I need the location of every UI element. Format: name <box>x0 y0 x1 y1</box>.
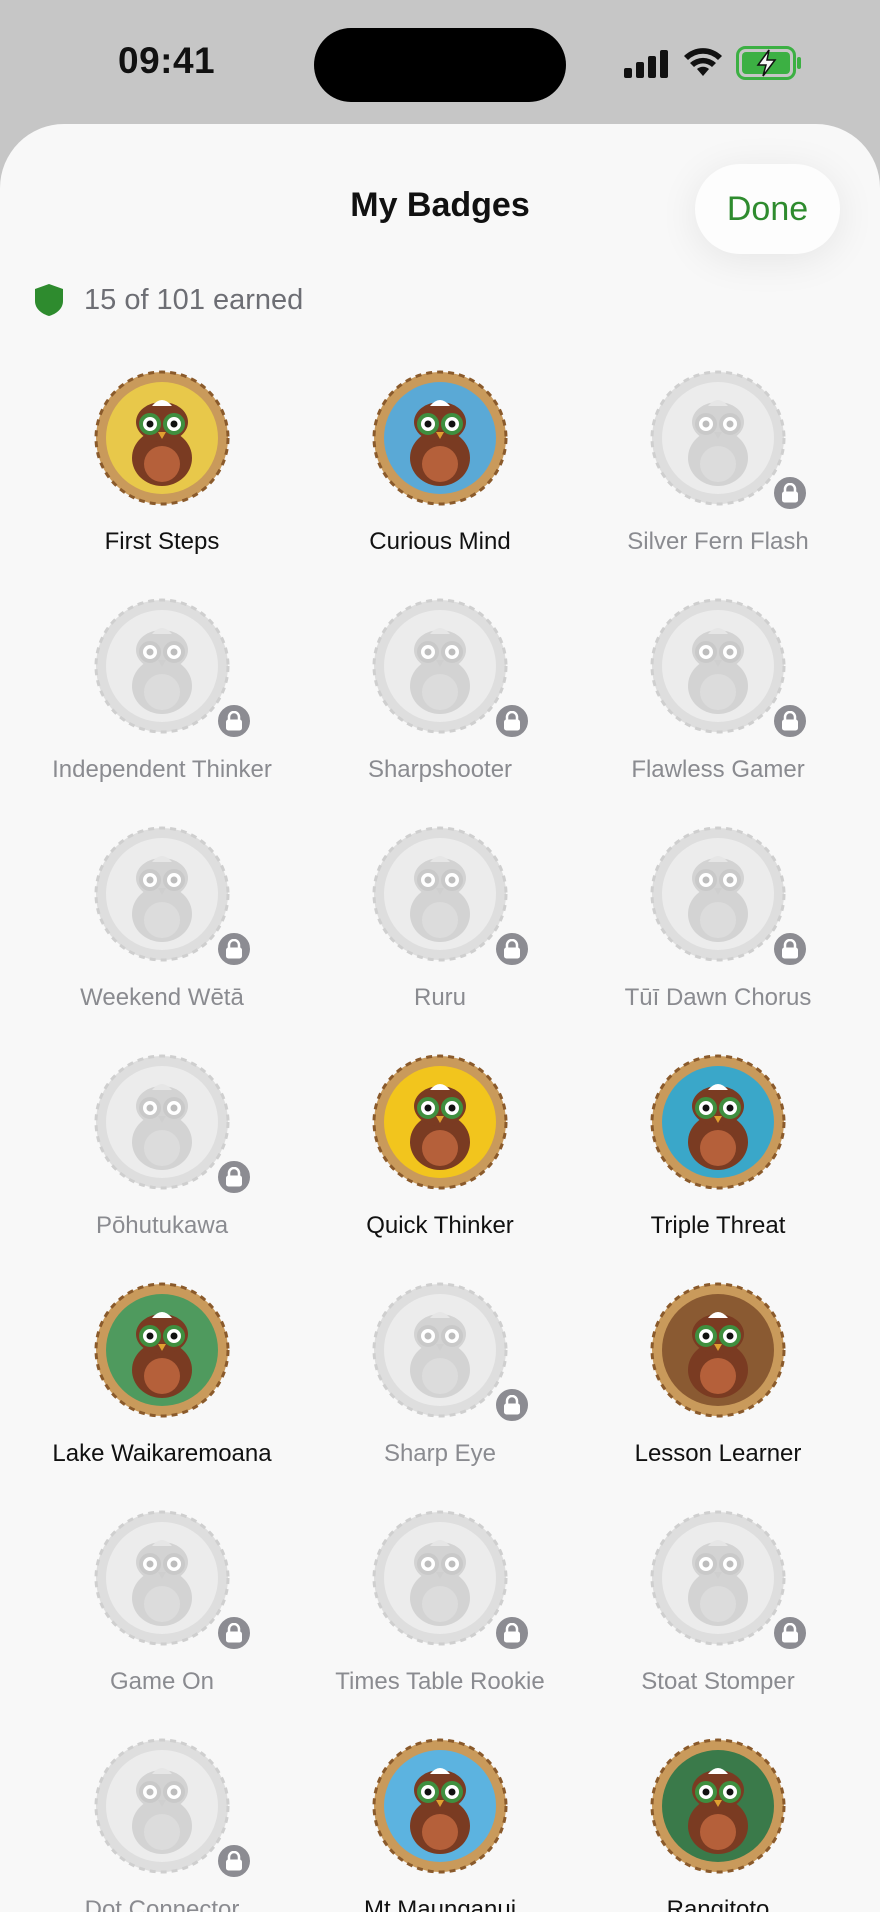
badge-name: Sharp Eye <box>383 1440 497 1467</box>
badge-item[interactable]: Pōhutukawa <box>17 1054 307 1282</box>
badge-name: Flawless Gamer <box>631 756 805 783</box>
badge-name: Silver Fern Flash <box>627 528 809 555</box>
badge-item[interactable]: First Steps <box>17 370 307 598</box>
badge-name: Weekend Wētā <box>80 984 244 1011</box>
owl-island-icon <box>650 1738 786 1874</box>
badge-name: Pōhutukawa <box>95 1212 229 1239</box>
lock-icon <box>771 474 809 512</box>
lock-icon <box>771 702 809 740</box>
weta-icon <box>94 826 230 962</box>
owl-mountain-icon <box>372 1738 508 1874</box>
stars-owl-icon <box>372 1282 508 1418</box>
lock-icon <box>215 702 253 740</box>
owl-lake-icon <box>94 1282 230 1418</box>
owl-magnifier-icon <box>372 370 508 506</box>
badge-item[interactable]: Mt Maunganui <box>295 1738 585 1912</box>
badge-name: Mt Maunganui <box>363 1896 517 1912</box>
star-dots-icon <box>94 1738 230 1874</box>
badge-item[interactable]: Lake Waikaremoana <box>17 1282 307 1510</box>
badges-sheet: My Badges Done 15 of 101 earned First St… <box>0 124 880 1912</box>
lock-icon <box>493 1614 531 1652</box>
brain-owl-icon <box>94 598 230 734</box>
tui-bird-icon <box>650 826 786 962</box>
badge-name: Quick Thinker <box>366 1212 514 1239</box>
owl-lightbulb-icon <box>372 1054 508 1190</box>
badge-name: Stoat Stomper <box>641 1668 795 1695</box>
battery-charging-icon <box>736 46 801 80</box>
owl-books-icon <box>650 1282 786 1418</box>
badge-item[interactable]: Rangitoto <box>573 1738 863 1912</box>
lock-icon <box>771 1614 809 1652</box>
status-bar: 09:41 <box>0 0 880 124</box>
badge-item[interactable]: Silver Fern Flash <box>573 370 863 598</box>
badge-name: Rangitoto <box>666 1896 770 1912</box>
lock-icon <box>493 930 531 968</box>
badge-item[interactable]: Tūī Dawn Chorus <box>573 826 863 1054</box>
badge-item[interactable]: Curious Mind <box>295 370 585 598</box>
lightning-icon <box>650 1054 786 1190</box>
badge-item[interactable]: Dot Connector <box>17 1738 307 1912</box>
badge-item[interactable]: Quick Thinker <box>295 1054 585 1282</box>
badge-item[interactable]: Stoat Stomper <box>573 1510 863 1738</box>
earned-summary: 15 of 101 earned <box>34 280 303 320</box>
diamond-icon <box>650 598 786 734</box>
status-time: 09:41 <box>118 40 216 81</box>
arcade-icon <box>94 1510 230 1646</box>
ruru-owl-icon <box>372 826 508 962</box>
badge-name: Lake Waikaremoana <box>52 1440 272 1467</box>
badge-item[interactable]: Ruru <box>295 826 585 1054</box>
badge-name: Times Table Rookie <box>335 1668 545 1695</box>
done-button[interactable]: Done <box>695 164 840 254</box>
badge-item[interactable]: Game On <box>17 1510 307 1738</box>
badge-name: Dot Connector <box>84 1896 240 1912</box>
wifi-icon <box>684 48 722 76</box>
cellular-signal-icon <box>624 50 668 78</box>
tree-icon <box>94 1054 230 1190</box>
owl-confetti-icon <box>94 370 230 506</box>
badge-item[interactable]: Sharp Eye <box>295 1282 585 1510</box>
badge-item[interactable]: Times Table Rookie <box>295 1510 585 1738</box>
lock-icon <box>493 1386 531 1424</box>
x7-icon <box>650 1510 786 1646</box>
badge-name: Curious Mind <box>369 528 511 555</box>
lock-icon <box>215 1842 253 1880</box>
multiply-icon <box>372 1510 508 1646</box>
lock-icon <box>215 930 253 968</box>
target-icon <box>372 598 508 734</box>
badge-name: Lesson Learner <box>634 1440 802 1467</box>
badge-item[interactable]: Flawless Gamer <box>573 598 863 826</box>
lock-icon <box>215 1158 253 1196</box>
badge-name: Game On <box>109 1668 215 1695</box>
badge-name: Triple Threat <box>650 1212 786 1239</box>
fern-icon <box>650 370 786 506</box>
badge-item[interactable]: Independent Thinker <box>17 598 307 826</box>
lock-icon <box>215 1614 253 1652</box>
badge-name: First Steps <box>104 528 220 555</box>
lock-icon <box>771 930 809 968</box>
badge-name: Independent Thinker <box>52 756 272 783</box>
badge-name: Ruru <box>413 984 467 1011</box>
lock-icon <box>493 702 531 740</box>
badge-item[interactable]: Lesson Learner <box>573 1282 863 1510</box>
badge-item[interactable]: Triple Threat <box>573 1054 863 1282</box>
badge-name: Tūī Dawn Chorus <box>624 984 812 1011</box>
badge-item[interactable]: Weekend Wētā <box>17 826 307 1054</box>
badge-name: Sharpshooter <box>367 756 513 783</box>
earned-count: 15 of 101 earned <box>84 283 304 316</box>
badge-item[interactable]: Sharpshooter <box>295 598 585 826</box>
shield-icon <box>35 284 63 316</box>
dynamic-island <box>314 28 566 102</box>
